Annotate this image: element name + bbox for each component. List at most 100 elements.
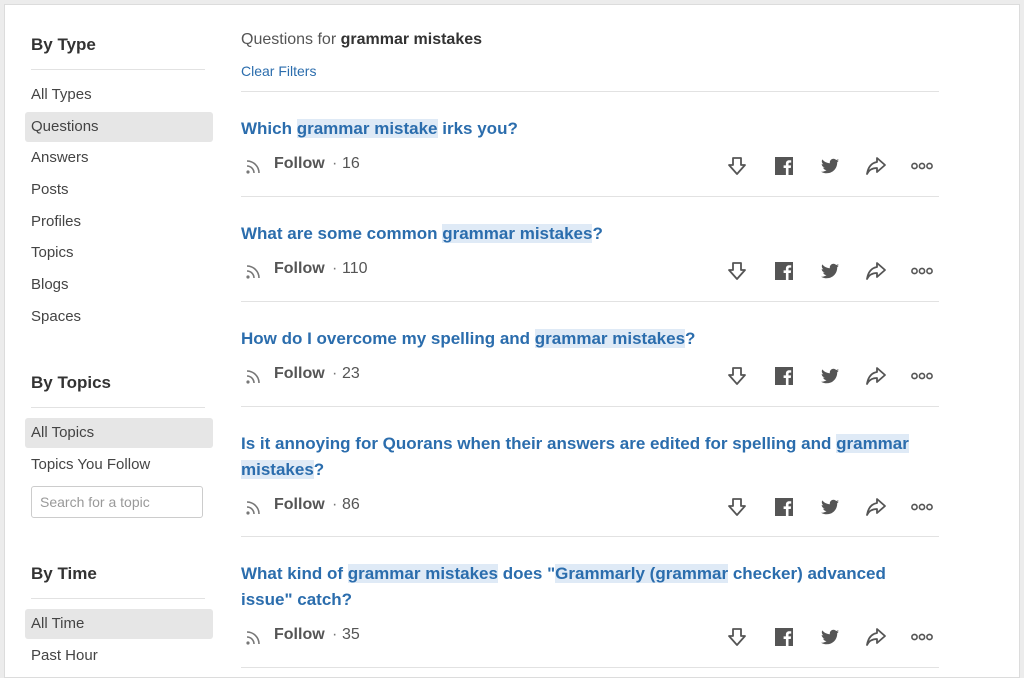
separator-dot: ·: [332, 626, 338, 643]
twitter-icon[interactable]: [817, 494, 843, 520]
downvote-icon[interactable]: [724, 363, 750, 389]
title-text: ?: [592, 224, 603, 243]
topic-search-input[interactable]: [31, 485, 203, 518]
question-actions: Follow · 86: [241, 494, 939, 520]
by-time-section: By Time All Time Past Hour: [25, 562, 213, 672]
follow-button[interactable]: Follow: [274, 626, 325, 644]
question-item: Which grammar mistake irks you? Follow · 16: [241, 91, 939, 197]
by-type-section: By Type All Types Questions Answers Posts Pr…: [25, 33, 213, 334]
facebook-icon[interactable]: [771, 363, 797, 389]
question-actions: Follow · 110: [241, 258, 939, 284]
follow-button[interactable]: Follow: [274, 260, 325, 278]
separator-dot: ·: [332, 260, 338, 277]
downvote-icon[interactable]: [724, 153, 750, 179]
sidebar-item-all-topics[interactable]: All Topics: [25, 418, 213, 448]
divider: [31, 407, 205, 408]
rss-icon: [243, 367, 263, 387]
rss-icon: [243, 498, 263, 518]
question-item: What are some common grammar mistakes? Fo…: [241, 196, 939, 302]
heading-prefix: Questions for: [241, 31, 337, 48]
highlighted-term: Grammarly (grammar: [555, 564, 729, 583]
question-actions: Follow · 23: [241, 363, 939, 389]
sidebar-item-profiles[interactable]: Profiles: [25, 207, 213, 237]
more-icon[interactable]: [909, 363, 935, 389]
facebook-icon[interactable]: [771, 153, 797, 179]
rss-icon: [243, 262, 263, 282]
follow-button[interactable]: Follow: [274, 155, 325, 173]
question-item: Is it annoying for Quorans when their an…: [241, 406, 939, 537]
facebook-icon[interactable]: [771, 258, 797, 284]
title-text: How do I overcome my spelling and: [241, 329, 535, 348]
by-topics-section: By Topics All Topics Topics You Follow: [25, 371, 213, 518]
title-text: ?: [313, 460, 325, 479]
heading-query: grammar mistakes: [340, 31, 483, 48]
title-text: Which: [241, 119, 297, 138]
title-text: does ": [497, 564, 556, 583]
twitter-icon[interactable]: [817, 624, 843, 650]
sidebar-item-answers[interactable]: Answers: [25, 143, 213, 173]
downvote-icon[interactable]: [724, 494, 750, 520]
rss-icon: [243, 157, 263, 177]
question-item: What kind of grammar mistakes does "Gram…: [241, 536, 939, 668]
question-title-link[interactable]: Which grammar mistake irks you?: [241, 116, 939, 142]
sidebar-item-spaces[interactable]: Spaces: [25, 302, 213, 332]
sidebar-item-blogs[interactable]: Blogs: [25, 270, 213, 300]
highlighted-term: grammar mistakes: [442, 224, 593, 243]
more-icon[interactable]: [909, 624, 935, 650]
separator-dot: ·: [332, 365, 338, 382]
share-icon[interactable]: [863, 258, 889, 284]
follow-count: 35: [342, 626, 360, 643]
more-icon[interactable]: [909, 494, 935, 520]
highlighted-term: grammar mistakes: [534, 329, 686, 348]
title-text: What kind of: [241, 564, 348, 583]
question-actions: Follow · 16: [241, 153, 939, 179]
sidebar-item-posts[interactable]: Posts: [25, 175, 213, 205]
facebook-icon[interactable]: [771, 624, 797, 650]
follow-button[interactable]: Follow: [274, 365, 325, 383]
clear-filters-link[interactable]: Clear Filters: [241, 63, 316, 79]
sidebar-item-all-time[interactable]: All Time: [25, 609, 213, 639]
rss-icon: [243, 628, 263, 648]
divider: [31, 69, 205, 70]
sidebar-item-all-types[interactable]: All Types: [25, 80, 213, 110]
sidebar-item-topics[interactable]: Topics: [25, 238, 213, 268]
downvote-icon[interactable]: [724, 258, 750, 284]
sidebar-item-topics-you-follow[interactable]: Topics You Follow: [25, 450, 213, 480]
share-icon[interactable]: [863, 624, 889, 650]
share-icon[interactable]: [863, 153, 889, 179]
downvote-icon[interactable]: [724, 624, 750, 650]
by-topics-title: By Topics: [31, 373, 111, 392]
highlighted-term: grammar mistake: [296, 119, 438, 138]
twitter-icon[interactable]: [817, 258, 843, 284]
separator-dot: ·: [332, 155, 338, 172]
follow-count: 86: [342, 496, 360, 513]
search-results-page: By Type All Types Questions Answers Posts Pr…: [4, 4, 1020, 678]
follow-button[interactable]: Follow: [274, 496, 325, 514]
twitter-icon[interactable]: [817, 153, 843, 179]
question-title-link[interactable]: What are some common grammar mistakes?: [241, 221, 939, 247]
question-title-link[interactable]: Is it annoying for Quorans when their an…: [241, 431, 939, 483]
question-item: How do I overcome my spelling and gramma…: [241, 301, 939, 407]
question-title-link[interactable]: What kind of grammar mistakes does "Gram…: [241, 561, 939, 613]
by-topics-list: All Topics Topics You Follow: [25, 418, 213, 480]
question-title-link[interactable]: How do I overcome my spelling and gramma…: [241, 326, 939, 352]
title-text: ?: [685, 329, 696, 348]
by-type-list: All Types Questions Answers Posts Profiles To…: [25, 80, 213, 332]
by-time-title: By Time: [31, 564, 97, 583]
more-icon[interactable]: [909, 153, 935, 179]
divider: [31, 598, 205, 599]
more-icon[interactable]: [909, 258, 935, 284]
share-icon[interactable]: [863, 363, 889, 389]
results-heading: Questions for grammar mistakes: [241, 31, 482, 49]
separator-dot: ·: [332, 496, 338, 513]
sidebar-item-questions[interactable]: Questions: [25, 111, 213, 142]
share-icon[interactable]: [863, 494, 889, 520]
follow-count: 23: [342, 365, 360, 382]
by-time-list: All Time Past Hour: [25, 609, 213, 671]
title-text: irks you?: [437, 119, 518, 138]
follow-count: 16: [342, 155, 360, 172]
sidebar-item-past-hour[interactable]: Past Hour: [25, 641, 213, 671]
facebook-icon[interactable]: [771, 494, 797, 520]
question-actions: Follow · 35: [241, 624, 939, 650]
twitter-icon[interactable]: [817, 363, 843, 389]
